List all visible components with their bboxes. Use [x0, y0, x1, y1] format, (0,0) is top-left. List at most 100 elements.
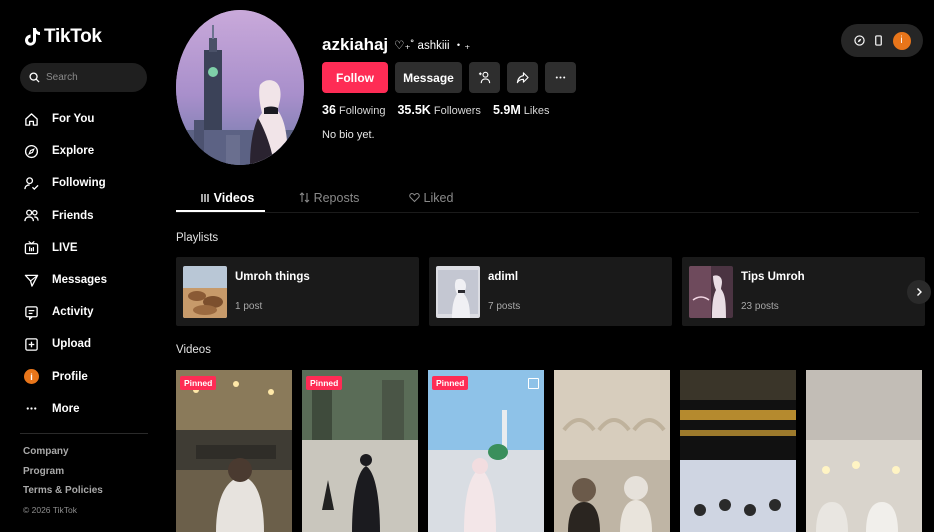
profile-bio: No bio yet. — [322, 129, 375, 141]
sidebar-item-label: Activity — [52, 306, 94, 319]
ellipsis-icon — [555, 76, 566, 79]
video-thumbnail[interactable]: Pinned — [176, 370, 292, 532]
video-cover — [806, 370, 922, 532]
followers-stat[interactable]: 35.5K Followers — [397, 103, 481, 117]
tiktok-note-icon — [25, 27, 40, 46]
playlist-card[interactable]: Umroh things 1 post — [176, 257, 419, 326]
video-thumbnail[interactable] — [554, 370, 670, 532]
sidebar-item-label: Profile — [52, 370, 88, 383]
add-friend-button[interactable] — [469, 62, 500, 93]
repost-icon — [299, 192, 309, 203]
video-cover — [554, 370, 670, 532]
sidebar-item-for-you[interactable]: For You — [24, 103, 107, 135]
sidebar-item-label: Following — [52, 177, 106, 190]
playlist-name: adiml — [488, 271, 519, 283]
video-thumbnail[interactable] — [680, 370, 796, 532]
footer-link-program[interactable]: Program — [23, 466, 103, 486]
device-icon[interactable] — [873, 35, 884, 46]
profile-nickname: ♡₊˚ ashkiii ・₊ — [394, 40, 471, 52]
playlist-card[interactable]: adiml 7 posts — [429, 257, 672, 326]
video-cover — [302, 370, 418, 532]
video-thumbnail[interactable]: Pinned — [302, 370, 418, 532]
following-label: Following — [338, 105, 386, 117]
playlist-card[interactable]: Tips Umroh 23 posts — [682, 257, 925, 326]
sidebar-item-upload[interactable]: Upload — [24, 328, 107, 360]
message-button[interactable]: Message — [395, 62, 462, 93]
footer-copyright: © 2026 TikTok — [23, 504, 77, 515]
sidebar-item-label: Explore — [52, 145, 95, 158]
followers-count: 35.5K — [397, 103, 431, 117]
more-options-button[interactable] — [545, 62, 576, 93]
tab-liked[interactable]: Liked — [380, 184, 482, 211]
sidebar: TikTok For You Explore Following — [0, 0, 160, 532]
likes-count: 5.9M — [492, 103, 521, 117]
search-input[interactable] — [46, 72, 136, 83]
tiktok-logo[interactable]: TikTok — [24, 26, 102, 48]
chevron-right-icon — [917, 288, 922, 296]
video-cover — [680, 370, 796, 532]
sidebar-item-profile[interactable]: i Profile — [24, 361, 107, 393]
sidebar-item-explore[interactable]: Explore — [24, 135, 107, 167]
playlist-thumbnail — [436, 265, 480, 318]
more-icon — [24, 401, 39, 416]
followers-label: Followers — [433, 105, 481, 117]
likes-stat: 5.9M Likes — [493, 103, 550, 117]
share-icon — [516, 72, 529, 84]
avatar-photo — [176, 10, 304, 165]
video-thumbnail[interactable]: Pinned — [428, 370, 544, 532]
sidebar-footer: Company Program Terms & Policies © 2026 … — [23, 446, 103, 524]
video-cover — [428, 370, 544, 532]
following-stat[interactable]: 36 Following — [322, 103, 385, 117]
sidebar-item-activity[interactable]: Activity — [24, 296, 107, 328]
playlists-heading: Playlists — [176, 232, 219, 244]
sidebar-item-label: Upload — [52, 338, 91, 351]
username-row: azkiahaj ♡₊˚ ashkiii ・₊ — [322, 35, 470, 55]
heart-icon — [408, 192, 420, 203]
friends-icon — [24, 208, 39, 223]
live-icon — [24, 240, 39, 255]
multi-photo-icon — [528, 378, 539, 389]
playlist-thumbnail — [689, 265, 733, 318]
footer-link-terms[interactable]: Terms & Policies — [23, 485, 103, 505]
playlist-name: Tips Umroh — [741, 271, 805, 283]
nav-menu: For You Explore Following Friends LIVE M… — [24, 103, 107, 425]
profile-avatar-letter: i — [24, 369, 39, 385]
sidebar-item-friends[interactable]: Friends — [24, 200, 107, 232]
tab-label: Liked — [423, 190, 454, 205]
playlist-post-count: 7 posts — [488, 301, 521, 312]
tab-reposts[interactable]: Reposts — [278, 184, 380, 211]
tab-label: Videos — [213, 190, 255, 205]
share-button[interactable] — [507, 62, 538, 93]
video-thumbnail[interactable] — [806, 370, 922, 532]
sidebar-item-live[interactable]: LIVE — [24, 232, 107, 264]
profile-stats: 36 Following 35.5K Followers 5.9M Likes — [322, 103, 549, 117]
sidebar-item-label: LIVE — [52, 241, 78, 254]
sidebar-item-messages[interactable]: Messages — [24, 264, 107, 296]
videos-heading: Videos — [176, 344, 211, 356]
logo-text: TikTok — [44, 26, 102, 47]
compass-icon[interactable] — [853, 35, 865, 46]
videos-grid: Pinned Pinned Pinned — [176, 370, 922, 532]
playlists-next-button[interactable] — [907, 280, 931, 304]
playlist-post-count: 23 posts — [741, 301, 779, 312]
profile-avatar-icon: i — [24, 369, 39, 385]
user-avatar-button[interactable]: i — [892, 31, 911, 50]
pinned-badge: Pinned — [180, 376, 217, 390]
following-count: 36 — [322, 103, 336, 117]
sidebar-item-label: For You — [52, 113, 95, 126]
sidebar-item-following[interactable]: Following — [24, 167, 107, 199]
playlist-post-count: 1 post — [235, 301, 263, 312]
profile-username: azkiahaj — [322, 35, 389, 54]
tab-videos[interactable]: Videos — [176, 184, 278, 211]
sidebar-item-more[interactable]: More — [24, 393, 107, 425]
search-icon — [29, 72, 40, 83]
grid-icon — [200, 193, 209, 202]
footer-link-company[interactable]: Company — [23, 446, 103, 466]
follow-button[interactable]: Follow — [322, 62, 388, 93]
pinned-badge: Pinned — [306, 376, 343, 390]
search-bar[interactable] — [20, 63, 147, 92]
profile-avatar[interactable] — [176, 10, 304, 165]
tabs-divider — [176, 212, 919, 213]
following-icon — [24, 176, 39, 191]
playlist-thumbnail — [183, 265, 227, 318]
